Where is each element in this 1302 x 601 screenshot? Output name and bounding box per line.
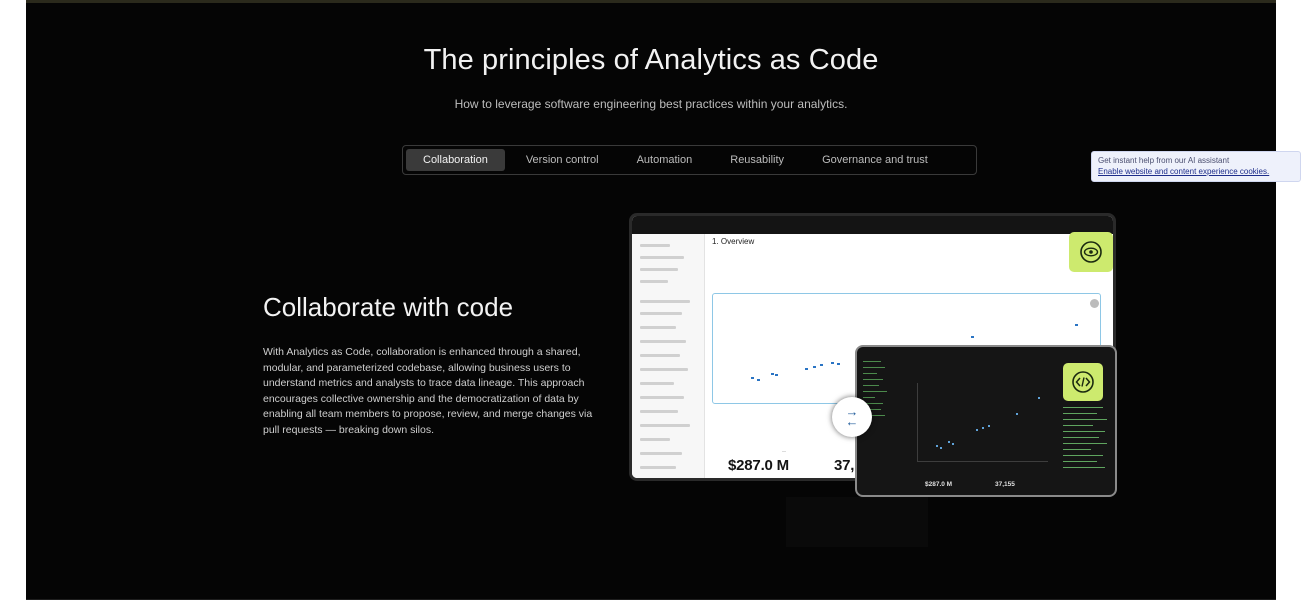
code-editor-preview: $287.0 M 37,155 [855,345,1117,497]
dashboard-kpi-primary: $287.0 M [728,457,789,474]
dashboard-scroll-indicator [1090,299,1099,308]
tab-collaboration[interactable]: Collaboration [406,149,505,171]
section-title: Collaborate with code [263,292,514,322]
analytics-as-code-section: The principles of Analytics as Code How … [26,0,1276,600]
code-kpi-secondary: 37,155 [995,481,1015,488]
tab-governance-and-trust[interactable]: Governance and trust [805,149,945,171]
code-kpi-primary: $287.0 M [925,481,953,488]
ai-help-text: Get instant help from our AI assistant [1098,156,1230,165]
tab-reusability[interactable]: Reusability [713,149,801,171]
ai-assistant-banner: Get instant help from our AI assistant E… [1091,151,1301,182]
eye-icon-glyph [1080,241,1102,263]
page-title: The principles of Analytics as Code [423,44,879,76]
eye-icon[interactable] [1069,232,1113,272]
dashboard-kpi-secondary: 37, [834,457,855,474]
dashboard-sidebar [632,234,705,478]
preview-shadow [786,497,928,547]
page-subtitle: How to leverage software engineering bes… [454,97,848,111]
code-icon-glyph [1072,371,1094,393]
tab-automation[interactable]: Automation [620,149,710,171]
dashboard-heading: 1. Overview [712,237,755,246]
code-icon[interactable] [1063,363,1103,401]
principles-tabs: Collaboration Version control Automation… [402,145,977,175]
section-description: With Analytics as Code, collaboration is… [263,346,593,436]
dashboard-topbar [632,216,1113,234]
swap-arrows-icon[interactable]: → ← [832,397,872,437]
tab-version-control[interactable]: Version control [509,149,616,171]
top-edge [26,0,1276,3]
enable-cookies-link[interactable]: Enable website and content experience co… [1098,166,1294,177]
code-preview-chart: $287.0 M 37,155 [895,355,1055,489]
